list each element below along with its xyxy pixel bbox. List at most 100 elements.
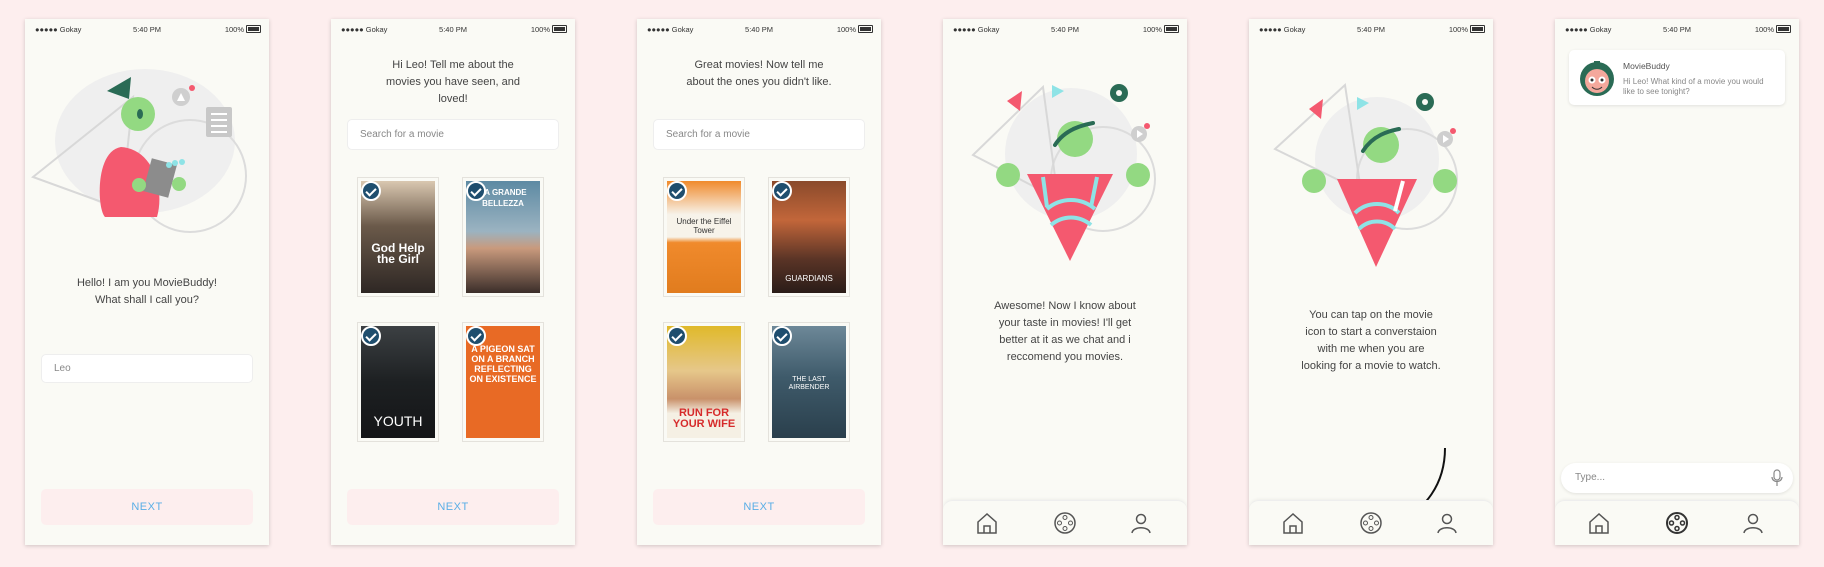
prompt-line: loved! — [438, 93, 468, 105]
battery: 100% — [1755, 25, 1791, 34]
battery-icon — [552, 25, 567, 33]
movie-poster[interactable]: Under the Eiffel Tower — [663, 177, 745, 297]
avatar — [1580, 61, 1614, 96]
cyan-dots — [172, 160, 178, 166]
movie-poster[interactable]: YOUTH — [357, 322, 439, 442]
film-reel-icon[interactable] — [1053, 511, 1077, 535]
pink-dot — [1144, 123, 1150, 129]
microphone-icon[interactable] — [1771, 469, 1783, 487]
prompt-text: Great movies! Now tell me about the ones… — [657, 57, 861, 91]
movie-poster[interactable]: THE LAST AIRBENDER — [768, 322, 850, 442]
battery-icon — [858, 25, 873, 33]
battery: 100% — [837, 25, 873, 34]
home-icon[interactable] — [975, 511, 999, 535]
prompt-line: about the ones you didn't like. — [686, 76, 832, 88]
greeting-text: Hello! I am you MovieBuddy! What shall I… — [45, 275, 249, 309]
film-reel-icon[interactable] — [1359, 511, 1383, 535]
battery-percent: 100% — [1448, 25, 1468, 34]
movie-poster[interactable]: LA GRANDE BELLEZZA — [462, 177, 544, 297]
battery-percent: 100% — [530, 25, 550, 34]
message-line: icon to start a converstaion — [1305, 326, 1437, 338]
poster-title: Under the Eiffel Tower — [676, 217, 732, 235]
battery-icon — [1470, 25, 1485, 33]
user-icon[interactable] — [1435, 511, 1459, 535]
film-reel-icon[interactable] — [1665, 511, 1689, 535]
message-line: looking for a movie to watch. — [1301, 360, 1441, 372]
user-icon[interactable] — [1129, 511, 1153, 535]
battery-percent: 100% — [224, 25, 244, 34]
search-input[interactable]: Search for a movie — [347, 119, 559, 150]
phone-screen-liked-movies: ●●●●● Gokay 5:40 PM 100% Hi Leo! Tell me… — [331, 19, 575, 545]
prompt-line: Great movies! Now tell me — [694, 59, 824, 71]
phone-screen-name: ●●●●● Gokay 5:40 PM 100% Hello! I am you… — [25, 19, 269, 545]
hand-left — [996, 163, 1020, 187]
poster-title: RUN FOR YOUR WIFE — [672, 407, 736, 430]
movie-poster[interactable]: God Help the Girl — [357, 177, 439, 297]
pink-cone — [1007, 91, 1022, 111]
battery-percent: 100% — [836, 25, 856, 34]
status-bar: ●●●●● Gokay 5:40 PM 100% — [1249, 19, 1493, 39]
prompt-text: Hi Leo! Tell me about the movies you hav… — [351, 57, 555, 108]
checkmark-icon[interactable] — [772, 181, 792, 201]
next-button[interactable]: NEXT — [41, 489, 253, 525]
poster-title: THE LAST AIRBENDER — [788, 376, 830, 391]
tab-bar — [943, 500, 1187, 545]
battery-icon — [246, 25, 261, 33]
hand-right — [1126, 163, 1150, 187]
hand-right — [1433, 169, 1457, 193]
greeting-line: Hello! I am you MovieBuddy! — [76, 277, 217, 289]
message-text: Awesome! Now I know about your taste in … — [963, 298, 1167, 366]
search-input[interactable]: Search for a movie — [653, 119, 865, 150]
hand-right — [172, 177, 186, 191]
checkmark-icon[interactable] — [772, 326, 792, 346]
status-bar: ●●●●● Gokay 5:40 PM 100% — [1555, 19, 1799, 39]
checkmark-icon[interactable] — [361, 181, 381, 201]
message-line: Awesome! Now I know about — [994, 300, 1136, 312]
tab-bar — [1555, 500, 1799, 545]
buddy-happy-illustration — [1273, 82, 1458, 267]
user-icon[interactable] — [1741, 511, 1765, 535]
poster-title: GUARDIANS — [785, 274, 833, 283]
tab-bar — [1249, 500, 1493, 545]
battery-icon — [1776, 25, 1791, 33]
home-icon[interactable] — [1281, 511, 1305, 535]
buddy-illustration — [30, 69, 247, 233]
message-line: better at it as we chat and i — [999, 334, 1131, 346]
battery: 100% — [1449, 25, 1485, 34]
pink-dot — [189, 85, 195, 91]
message-line: You can tap on the movie — [1309, 309, 1433, 321]
checkmark-icon[interactable] — [466, 181, 486, 201]
poster-title: A PIGEON SAT ON A BRANCH REFLECTING ON E… — [469, 344, 537, 384]
message-text: You can tap on the movie icon to start a… — [1269, 307, 1473, 375]
battery-icon — [1164, 25, 1179, 33]
phone-screen-tip: ●●●●● Gokay 5:40 PM 100% You can tap on … — [1249, 19, 1493, 545]
name-input[interactable]: Leo — [41, 354, 253, 383]
status-bar: ●●●●● Gokay 5:40 PM 100% — [331, 19, 575, 39]
battery: 100% — [531, 25, 567, 34]
eye — [137, 109, 143, 119]
checkmark-icon[interactable] — [667, 326, 687, 346]
checkmark-icon[interactable] — [466, 326, 486, 346]
message-line: your taste in movies! I'll get — [998, 317, 1132, 329]
checkmark-icon[interactable] — [667, 181, 687, 201]
poster-title: YOUTH — [373, 413, 423, 429]
movie-poster[interactable]: A PIGEON SAT ON A BRANCH REFLECTING ON E… — [462, 322, 544, 442]
movie-poster[interactable]: GUARDIANS — [768, 177, 850, 297]
status-bar: ●●●●● Gokay 5:40 PM 100% — [637, 19, 881, 39]
message-line: reccomend you movies. — [1006, 351, 1124, 363]
status-bar: ●●●●● Gokay 5:40 PM 100% — [943, 19, 1187, 39]
battery: 100% — [1143, 25, 1179, 34]
chat-message: MovieBuddy Hi Leo! What kind of a movie … — [1569, 50, 1785, 105]
movie-poster[interactable]: RUN FOR YOUR WIFE — [663, 322, 745, 442]
message-input[interactable]: Type... — [1561, 463, 1793, 493]
checkmark-icon[interactable] — [361, 326, 381, 346]
home-icon[interactable] — [1587, 511, 1611, 535]
status-bar: ●●●●● Gokay 5:40 PM 100% — [25, 19, 269, 39]
hand-left — [1302, 169, 1326, 193]
next-button[interactable]: NEXT — [347, 489, 559, 525]
next-button[interactable]: NEXT — [653, 489, 865, 525]
battery-percent: 100% — [1754, 25, 1774, 34]
message-line: with me when you are — [1317, 343, 1425, 355]
greeting-line: What shall I call you? — [95, 294, 199, 306]
battery: 100% — [225, 25, 261, 34]
